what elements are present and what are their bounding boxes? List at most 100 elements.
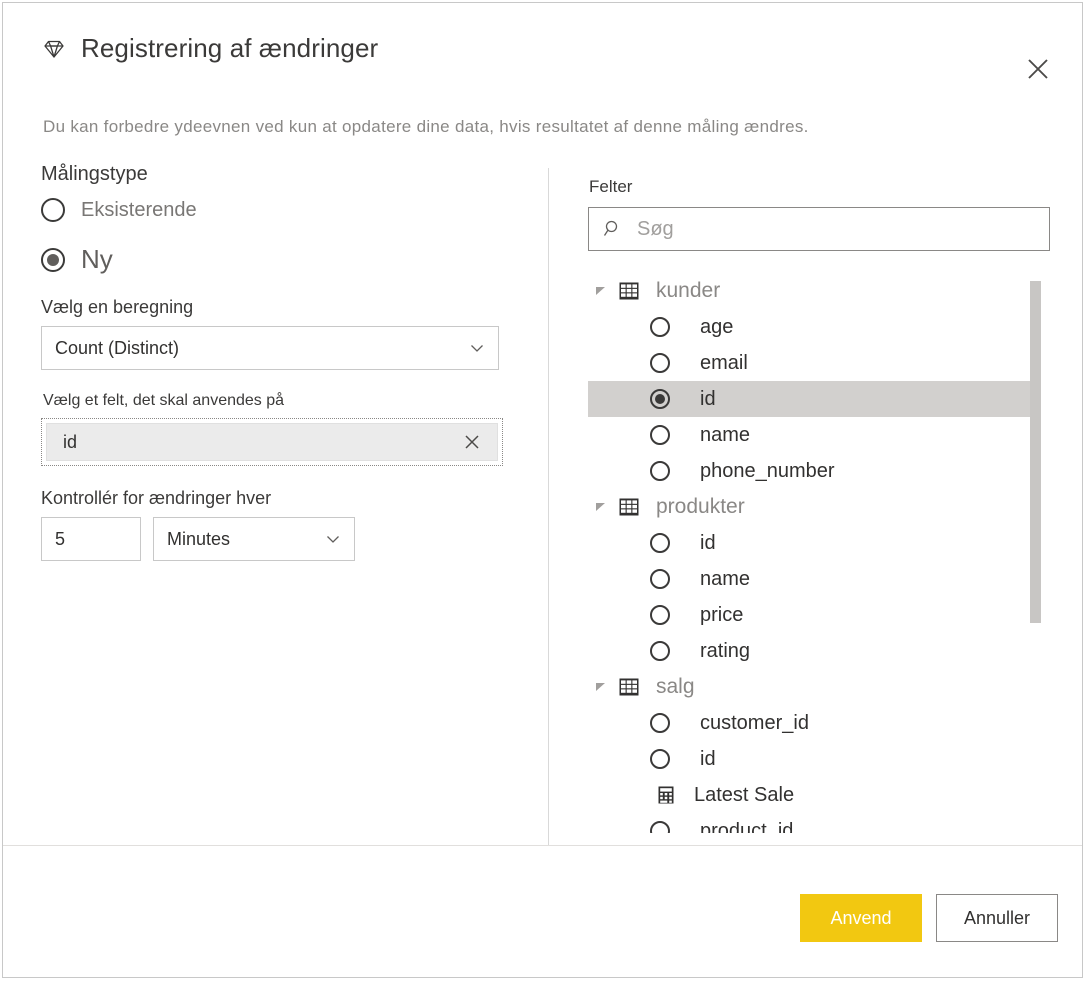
fields-label: Felter xyxy=(589,177,633,196)
apply-button[interactable]: Anvend xyxy=(800,894,922,942)
tree-group-label: salg xyxy=(656,675,695,698)
dialog-header: Registrering af ændringer xyxy=(3,3,1082,103)
change-detection-dialog: Registrering af ændringer Du kan forbedr… xyxy=(2,2,1083,978)
search-input[interactable] xyxy=(635,216,1049,242)
interval-amount-input[interactable] xyxy=(42,527,140,551)
tree-group-kunder[interactable]: kunder xyxy=(588,273,1035,309)
page-title: Registrering af ændringer xyxy=(81,33,379,63)
interval-label: Kontrollér for ændringer hver xyxy=(41,488,272,508)
interval-unit-value: Minutes xyxy=(167,528,231,549)
search-field[interactable] xyxy=(588,207,1050,251)
tree-field-label: name xyxy=(700,423,751,446)
tree-field-age[interactable]: age xyxy=(588,309,1035,345)
tree-field-label: id xyxy=(700,387,716,410)
radio-circle-icon[interactable] xyxy=(650,317,670,337)
radio-circle-icon[interactable] xyxy=(650,605,670,625)
dialog-body: Målingstype Eksisterende Ny Vælg en bere… xyxy=(3,163,1082,847)
calculation-block: Vælg en beregning Count (Distinct) xyxy=(41,297,521,370)
tree-group-salg[interactable]: salg xyxy=(588,669,1035,705)
dialog-footer: Anvend Annuller xyxy=(3,845,1082,977)
tree-field-id[interactable]: id xyxy=(588,741,1035,777)
radio-circle-icon[interactable] xyxy=(650,713,670,733)
radio-circle-icon[interactable] xyxy=(650,641,670,661)
calculation-select[interactable]: Count (Distinct) xyxy=(41,326,499,370)
tree-field-phone_number[interactable]: phone_number xyxy=(588,453,1035,489)
apply-to-field-block: Vælg et felt, det skal anvendes på id xyxy=(41,392,521,466)
tree-field-label: product_id xyxy=(700,819,794,834)
radio-circle-icon[interactable] xyxy=(650,425,670,445)
tree-group-label: produkter xyxy=(656,495,745,518)
tree-field-label: customer_id xyxy=(700,711,809,734)
left-panel: Målingstype Eksisterende Ny Vælg en bere… xyxy=(41,163,521,561)
radio-new-label: Ny xyxy=(81,244,113,274)
radio-circle-selected-icon[interactable] xyxy=(650,389,670,409)
tree-field-Latest Sale[interactable]: Latest Sale xyxy=(588,777,1035,813)
triangle-expanded-icon[interactable] xyxy=(588,500,614,514)
tree-field-label: Latest Sale xyxy=(694,783,795,806)
footer-button-group: Anvend Annuller xyxy=(800,894,1058,942)
fields-tree-scrollbar[interactable] xyxy=(1030,273,1041,833)
tree-field-id[interactable]: id xyxy=(588,381,1035,417)
radio-circle-icon[interactable] xyxy=(650,533,670,553)
tree-field-product_id[interactable]: product_id xyxy=(588,813,1035,833)
radio-circle-icon[interactable] xyxy=(650,461,670,481)
radio-circle-icon[interactable] xyxy=(650,821,670,833)
tree-field-label: email xyxy=(700,351,748,374)
triangle-expanded-icon[interactable] xyxy=(588,680,614,694)
triangle-expanded-icon[interactable] xyxy=(588,284,614,298)
tree-field-customer_id[interactable]: customer_id xyxy=(588,705,1035,741)
radio-circle-icon xyxy=(41,198,65,222)
fields-tree-content: kunder age email id name phone_number produkte… xyxy=(588,273,1035,833)
tree-group-produkter[interactable]: produkter xyxy=(588,489,1035,525)
measure-type-radio-group: Eksisterende Ny xyxy=(41,198,521,275)
interval-block: Kontrollér for ændringer hver Minutes xyxy=(41,488,521,561)
tree-field-price[interactable]: price xyxy=(588,597,1035,633)
tree-field-label: id xyxy=(700,747,716,770)
search-icon xyxy=(603,219,623,239)
gem-icon xyxy=(41,36,67,62)
tree-field-id[interactable]: id xyxy=(588,525,1035,561)
dialog-title-row: Registrering af ændringer xyxy=(41,33,378,64)
tree-field-label: phone_number xyxy=(700,459,835,482)
calculation-label: Vælg en beregning xyxy=(41,297,194,317)
tree-group-label: kunder xyxy=(656,279,721,302)
tree-field-name[interactable]: name xyxy=(588,417,1035,453)
scrollbar-thumb[interactable] xyxy=(1030,281,1041,623)
tree-field-email[interactable]: email xyxy=(588,345,1035,381)
clear-field-icon[interactable] xyxy=(459,429,485,455)
panel-divider xyxy=(548,168,549,846)
selected-field-chip[interactable]: id xyxy=(46,423,498,461)
fields-tree: kunder age email id name phone_number produkte… xyxy=(588,273,1050,833)
calculation-value: Count (Distinct) xyxy=(55,337,180,358)
measure-type-label: Målingstype xyxy=(41,163,148,185)
radio-existing[interactable]: Eksisterende xyxy=(41,198,521,222)
tree-field-name[interactable]: name xyxy=(588,561,1035,597)
cancel-button[interactable]: Annuller xyxy=(936,894,1058,942)
interval-row: Minutes xyxy=(41,517,521,561)
table-icon xyxy=(614,498,644,516)
calculator-icon xyxy=(656,785,676,805)
tree-field-label: age xyxy=(700,315,734,338)
interval-unit-select[interactable]: Minutes xyxy=(153,517,355,561)
table-icon xyxy=(614,282,644,300)
apply-to-field-focus-ring: id xyxy=(41,418,503,466)
dialog-description: Du kan forbedre ydeevnen ved kun at opda… xyxy=(43,117,809,136)
tree-field-label: id xyxy=(700,531,716,554)
radio-circle-selected-icon xyxy=(41,247,65,272)
tree-field-label: price xyxy=(700,603,744,626)
tree-field-label: rating xyxy=(700,639,751,662)
radio-circle-icon[interactable] xyxy=(650,749,670,769)
radio-circle-icon[interactable] xyxy=(650,353,670,373)
radio-circle-icon[interactable] xyxy=(650,569,670,589)
close-icon[interactable] xyxy=(1016,47,1060,91)
interval-amount-field[interactable] xyxy=(41,517,141,561)
chevron-down-icon xyxy=(325,531,341,547)
selected-field-value: id xyxy=(63,431,78,452)
table-icon xyxy=(614,678,644,696)
apply-to-field-label: Vælg et felt, det skal anvendes på xyxy=(43,392,285,409)
radio-new[interactable]: Ny xyxy=(41,244,521,275)
right-panel: Felter kunder age email id name phone_numberp… xyxy=(588,163,1050,833)
tree-field-label: name xyxy=(700,567,751,590)
tree-field-rating[interactable]: rating xyxy=(588,633,1035,669)
chevron-down-icon xyxy=(469,340,485,356)
